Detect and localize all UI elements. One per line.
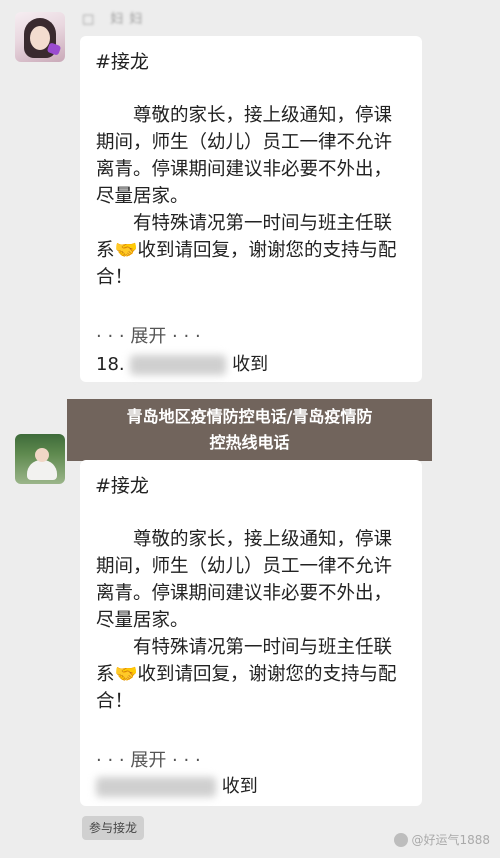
- entry-text: 收到: [232, 354, 269, 375]
- expand-link[interactable]: · · · 展开 · · ·: [96, 322, 201, 348]
- banner-line-2: 控热线电话: [209, 433, 290, 452]
- entry-text: 收到: [221, 776, 258, 797]
- chat-bubble[interactable]: #接龙 尊敬的家长，接上级通知，停课期间，师生（幼儿）员工一律不允许离青。停课期…: [80, 460, 422, 806]
- message-body: 尊敬的家长，接上级通知，停课期间，师生（幼儿）员工一律不允许离青。停课期间建议非…: [96, 105, 397, 288]
- jielong-entry: 18. 收到: [96, 350, 268, 376]
- sender-avatar[interactable]: [15, 434, 65, 484]
- jielong-entry: 收到: [96, 772, 258, 798]
- watermark-text: @好运气1888: [411, 833, 490, 847]
- entry-number: 18.: [96, 354, 125, 375]
- message-body: 尊敬的家长，接上级通知，停课期间，师生（幼儿）员工一律不允许离青。停课期间建议非…: [96, 529, 397, 712]
- jielong-tag: #接龙: [95, 51, 149, 73]
- chat-bubble[interactable]: #接龙 尊敬的家长，接上级通知，停课期间，师生（幼儿）员工一律不允许离青。停课期…: [80, 36, 422, 382]
- jielong-tag: #接龙: [95, 475, 149, 497]
- join-jielong-button[interactable]: 参与接龙: [82, 816, 144, 840]
- banner-line-1: 青岛地区疫情防控电话/青岛疫情防: [126, 407, 373, 426]
- blurred-name: [96, 777, 216, 797]
- expand-link[interactable]: · · · 展开 · · ·: [96, 746, 201, 772]
- title-banner: 青岛地区疫情防控电话/青岛疫情防 控热线电话: [67, 399, 432, 461]
- blurred-name: [130, 355, 227, 375]
- sender-avatar[interactable]: [15, 12, 65, 62]
- watermark: @好运气1888: [394, 831, 490, 848]
- sender-name: □ 妇妇: [82, 12, 149, 27]
- weibo-icon: [394, 832, 409, 847]
